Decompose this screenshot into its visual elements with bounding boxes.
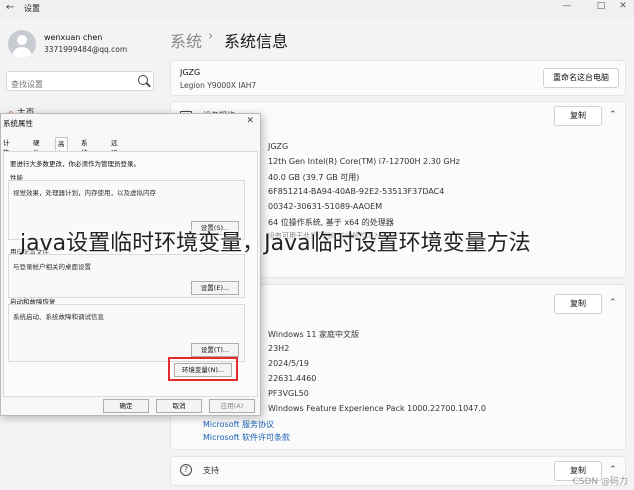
dialog-body: 要进行大多数更改，你必须作为管理员登录。 性能 视觉效果，处理器计划，内存使用，… — [3, 151, 258, 397]
device-model: Legion Y9000X IAH7 — [180, 81, 257, 90]
back-arrow-icon[interactable]: ← — [6, 2, 14, 13]
support-card: ? 支持 复制 ⌃ — [170, 456, 626, 486]
page-title: 系统信息 — [224, 32, 289, 51]
overlay-caption: java设置临时环境变量，Java临时设置环境变量方法 — [20, 231, 531, 256]
admin-note: 要进行大多数更改，你必须作为管理员登录。 — [10, 160, 140, 168]
minimize-icon[interactable]: — — [556, 1, 578, 11]
spec-value: 40.0 GB (39.7 GB 可用) — [268, 173, 360, 182]
user-name: wenxuan chen — [44, 33, 103, 42]
close-icon[interactable]: ✕ — [246, 116, 254, 126]
apply-button[interactable]: 应用(A) — [209, 399, 255, 413]
dialog-title: 系统属性 — [3, 119, 33, 128]
startup-settings-button[interactable]: 设置(T)... — [191, 343, 239, 357]
spec-value: JGZG — [268, 142, 289, 151]
copy-specs-button[interactable]: 复制 — [554, 106, 602, 126]
search-box[interactable] — [6, 71, 154, 94]
spec-value: 6F851214-BA94-40AB-92E2-53513F37DAC4 — [268, 187, 445, 196]
avatar[interactable] — [8, 30, 36, 58]
profiles-settings-button[interactable]: 设置(E)... — [191, 281, 239, 295]
startup-recovery-group: 系统启动、系统故障和调试信息 设置(T)... — [8, 304, 245, 362]
user-email: 3371999484@qq.com — [44, 45, 128, 54]
search-input[interactable] — [7, 75, 127, 94]
rename-pc-button[interactable]: 重命名这台电脑 — [543, 68, 619, 88]
breadcrumb-separator-icon: › — [208, 29, 214, 44]
device-card: JGZG Legion Y9000X IAH7 重命名这台电脑 — [170, 60, 626, 96]
help-icon: ? — [180, 464, 192, 476]
spec-value: 12th Gen Intel(R) Core(TM) i7-12700H 2.3… — [268, 157, 460, 166]
copy-windows-button[interactable]: 复制 — [554, 294, 602, 314]
search-icon[interactable] — [138, 75, 148, 85]
ok-button[interactable]: 确定 — [103, 399, 149, 413]
chevron-up-icon[interactable]: ⌃ — [609, 110, 617, 120]
cancel-button[interactable]: 取消 — [156, 399, 202, 413]
title-bar: ← 设置 — □ ✕ — [0, 0, 634, 18]
maximize-icon[interactable]: □ — [590, 1, 612, 11]
device-name: JGZG — [180, 68, 201, 77]
service-agreement-link[interactable]: Microsoft 服务协议 — [203, 419, 274, 430]
group-desc: 视觉效果，处理器计划，内存使用，以及虚拟内存 — [13, 189, 156, 197]
close-icon[interactable]: ✕ — [612, 1, 634, 11]
spec-value: 2024/5/19 — [268, 359, 310, 368]
breadcrumb-parent[interactable]: 系统 — [170, 28, 202, 52]
spec-value: 23H2 — [268, 344, 290, 353]
spec-value: PF3VGL50 — [268, 389, 309, 398]
watermark: CSDN @码力 — [572, 477, 628, 487]
group-desc: 系统启动、系统故障和调试信息 — [13, 313, 104, 321]
support-label: 支持 — [203, 466, 219, 475]
environment-variables-button[interactable]: 环境变量(N)... — [174, 363, 232, 377]
chevron-up-icon[interactable]: ⌃ — [609, 298, 617, 308]
spec-value: Windows 11 家庭中文版 — [268, 330, 359, 339]
license-terms-link[interactable]: Microsoft 软件许可条款 — [203, 432, 290, 443]
spec-value: Windows Feature Experience Pack 1000.227… — [268, 404, 487, 413]
spec-value: 22631.4460 — [268, 374, 317, 383]
window-title: 设置 — [24, 4, 40, 13]
spec-value: 00342-30631-51089-AAOEM — [268, 202, 383, 211]
